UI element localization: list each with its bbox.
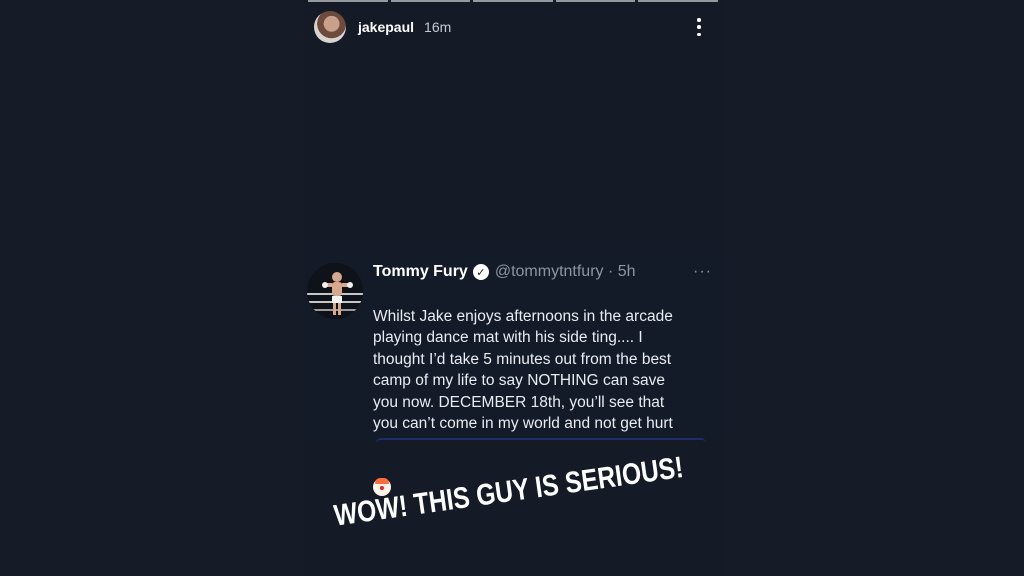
story-header: jakepaul 16m: [314, 10, 712, 44]
story-progress-bar: [308, 0, 718, 2]
progress-segment: [638, 0, 718, 2]
story-username[interactable]: jakepaul: [358, 19, 414, 35]
progress-segment: [473, 0, 553, 2]
progress-segment: [390, 0, 471, 2]
avatar[interactable]: [314, 11, 346, 43]
tweet-media-border: [376, 438, 706, 443]
verified-badge-icon: ✓: [472, 264, 489, 280]
story-timestamp: 16m: [424, 19, 452, 35]
tweet-more-icon[interactable]: ···: [693, 263, 712, 281]
tweet-author-name[interactable]: Tommy Fury: [373, 263, 468, 281]
story-viewer: jakepaul 16m Tommy Fury ✓ @tommytntfury …: [0, 0, 1024, 576]
more-options-icon[interactable]: [696, 18, 702, 36]
tweet-card: Tommy Fury ✓ @tommytntfury · 5h ··· Whil…: [304, 253, 722, 496]
tweet-handle[interactable]: @tommytntfury · 5h: [495, 263, 636, 281]
tweet-header: Tommy Fury ✓ @tommytntfury · 5h ···: [373, 261, 712, 283]
tweet-avatar[interactable]: [307, 263, 363, 319]
progress-segment: [555, 0, 636, 2]
boxer-photo-icon: [307, 263, 363, 319]
tweet-text: Whilst Jake enjoys afternoons in the arc…: [373, 307, 673, 433]
progress-segment: [308, 0, 388, 2]
